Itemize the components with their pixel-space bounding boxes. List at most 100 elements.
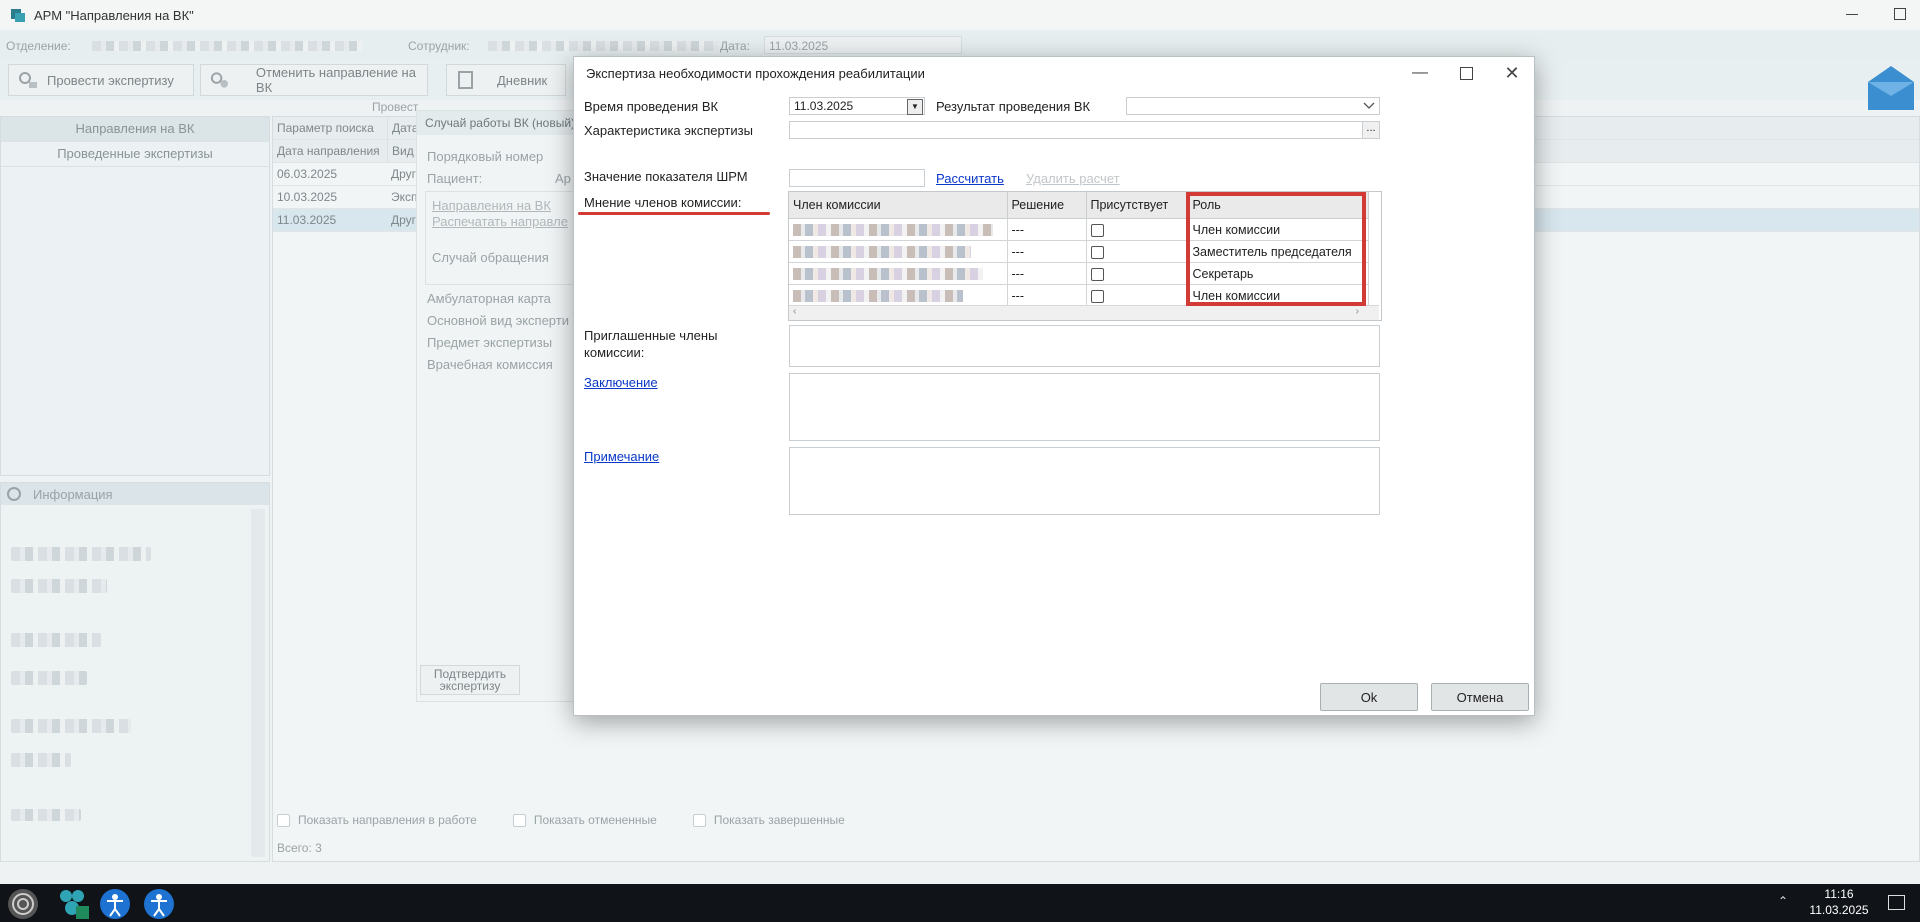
employee-label: Сотрудник: (408, 39, 470, 53)
cancel-button[interactable]: Отмена (1431, 683, 1529, 711)
note-link[interactable]: Примечание (584, 449, 659, 464)
ok-button[interactable]: Ok (1320, 683, 1418, 711)
present-checkbox[interactable] (1090, 245, 1104, 259)
diary-button[interactable]: Дневник (446, 64, 566, 96)
diary-icon (458, 71, 473, 89)
search-param-header[interactable]: Параметр поиска (273, 117, 388, 139)
info-blurred-text (11, 547, 151, 561)
role-highlight-box (1186, 192, 1366, 306)
show-completed-checkbox[interactable] (692, 813, 706, 827)
scroll-right-icon[interactable]: › (1356, 306, 1359, 317)
vk-result-select[interactable] (1126, 97, 1380, 115)
decision-cell[interactable]: --- (1007, 218, 1087, 241)
nav-item-completed-expertise[interactable]: Проведенные экспертизы (1, 142, 269, 167)
info-blurred-text (11, 671, 87, 685)
case-links-box: Направления на ВК Распечатать направле С… (425, 191, 577, 285)
decision-cell[interactable]: --- (1007, 284, 1087, 307)
close-icon[interactable]: ✕ (1502, 63, 1522, 83)
dropdown-arrow-icon[interactable]: ▼ (907, 99, 923, 115)
referral-link[interactable]: Направления на ВК (432, 198, 551, 213)
info-blurred-text (11, 633, 101, 647)
vk-time-label: Время проведения ВК (584, 99, 719, 114)
invited-members-label: Приглашенные члены комиссии: (584, 328, 718, 360)
employee-value[interactable] (488, 41, 718, 51)
date-header[interactable]: Дата (388, 117, 419, 139)
mail-icon[interactable] (1866, 64, 1916, 112)
minimize-icon[interactable]: — (1410, 63, 1430, 83)
date-label: Дата: (720, 39, 750, 53)
shrm-label: Значение показателя ШРМ (584, 169, 748, 184)
decision-cell[interactable]: --- (1007, 262, 1087, 285)
red-underline-annotation (578, 212, 770, 215)
clock-time[interactable]: 11:16 (1808, 887, 1870, 901)
show-in-work-checkbox[interactable] (277, 813, 290, 827)
vk-time-field[interactable]: 11.03.2025 ▼ (789, 97, 925, 115)
shrm-field[interactable] (789, 169, 925, 187)
order-number-label: Порядковый номер (427, 149, 544, 164)
scroll-left-icon[interactable]: ‹ (793, 306, 796, 317)
accessibility-icon[interactable] (142, 887, 176, 921)
info-blurred-text (11, 809, 81, 821)
cancel-referral-button[interactable]: Отменить направление на ВК (200, 64, 428, 96)
expertise-icon (19, 72, 37, 88)
present-column-header[interactable]: Присутствует (1086, 192, 1189, 219)
present-checkbox[interactable] (1090, 223, 1104, 237)
left-nav-pane: Направления на ВК Проведенные экспертизы (0, 116, 270, 476)
cancel-referral-label: Отменить направление на ВК (255, 65, 416, 95)
maximize-icon[interactable] (1456, 63, 1476, 83)
present-checkbox[interactable] (1090, 267, 1104, 281)
info-header[interactable]: Информация (1, 483, 269, 505)
note-field[interactable] (789, 447, 1380, 515)
invited-members-field[interactable] (789, 325, 1380, 367)
start-icon[interactable] (6, 887, 40, 921)
expertise-subject-label: Предмет экспертизы (427, 335, 553, 350)
horizontal-scrollbar[interactable]: ‹ › (789, 305, 1379, 320)
confirm-expertise-button[interactable]: Подтвердить экспертизу (420, 665, 520, 695)
department-label: Отделение: (6, 39, 71, 53)
characteristic-label: Характеристика экспертизы (584, 123, 753, 138)
cancel-referral-icon (210, 72, 229, 88)
conduct-expertise-button[interactable]: Провести экспертизу (8, 64, 194, 96)
show-cancelled-checkbox[interactable] (512, 813, 526, 827)
date-field[interactable]: 11.03.2025 (764, 36, 962, 54)
print-referral-link[interactable]: Распечатать направле (432, 214, 568, 229)
department-value[interactable] (92, 41, 362, 51)
chevron-down-icon (1363, 102, 1375, 109)
characteristic-field[interactable]: ... (789, 121, 1380, 139)
vk-result-label: Результат проведения ВК (936, 99, 1091, 114)
row-type: Друг (391, 167, 417, 181)
app-taskbar-icon[interactable] (56, 886, 90, 920)
patient-button[interactable]: Ар (555, 171, 571, 186)
restore-icon[interactable] (1894, 8, 1906, 20)
calculate-link[interactable]: Рассчитать (936, 171, 1004, 186)
info-pane: Информация (0, 482, 270, 862)
taskbar: ⌃ 11:16 11.03.2025 (0, 884, 1920, 922)
accessibility-icon[interactable] (98, 887, 132, 921)
member-name-blurred (793, 245, 971, 258)
row-date: 06.03.2025 (277, 167, 338, 181)
row-date: 11.03.2025 (277, 213, 337, 227)
decision-column-header[interactable]: Решение (1007, 192, 1087, 219)
info-blurred-text (11, 579, 107, 593)
present-checkbox[interactable] (1090, 289, 1104, 303)
commission-opinion-label: Мнение членов комиссии: (584, 195, 742, 210)
info-scrollbar[interactable] (251, 509, 265, 857)
member-column-header[interactable]: Член комиссии (789, 192, 1008, 219)
medical-commission-label: Врачебная комиссия (427, 357, 553, 372)
member-name-blurred (793, 223, 993, 236)
minimize-icon[interactable] (1846, 14, 1858, 15)
delete-calculation-link[interactable]: Удалить расчет (1026, 171, 1120, 186)
info-label: Информация (33, 486, 113, 502)
nav-item-referrals[interactable]: Направления на ВК (1, 117, 269, 142)
main-expertise-type-label: Основной вид эксперти (427, 313, 569, 328)
decision-cell[interactable]: --- (1007, 240, 1087, 263)
conclusion-field[interactable] (789, 373, 1380, 441)
tray-chevron-up-icon[interactable]: ⌃ (1778, 894, 1788, 908)
appeal-label: Случай обращения (432, 250, 549, 265)
conclusion-link[interactable]: Заключение (584, 375, 658, 390)
info-blurred-text (11, 719, 131, 733)
referral-date-header[interactable]: Дата направления (273, 140, 388, 162)
notification-icon[interactable] (1888, 895, 1905, 910)
clock-date[interactable]: 11.03.2025 (1806, 903, 1872, 917)
ellipsis-button[interactable]: ... (1362, 122, 1379, 138)
